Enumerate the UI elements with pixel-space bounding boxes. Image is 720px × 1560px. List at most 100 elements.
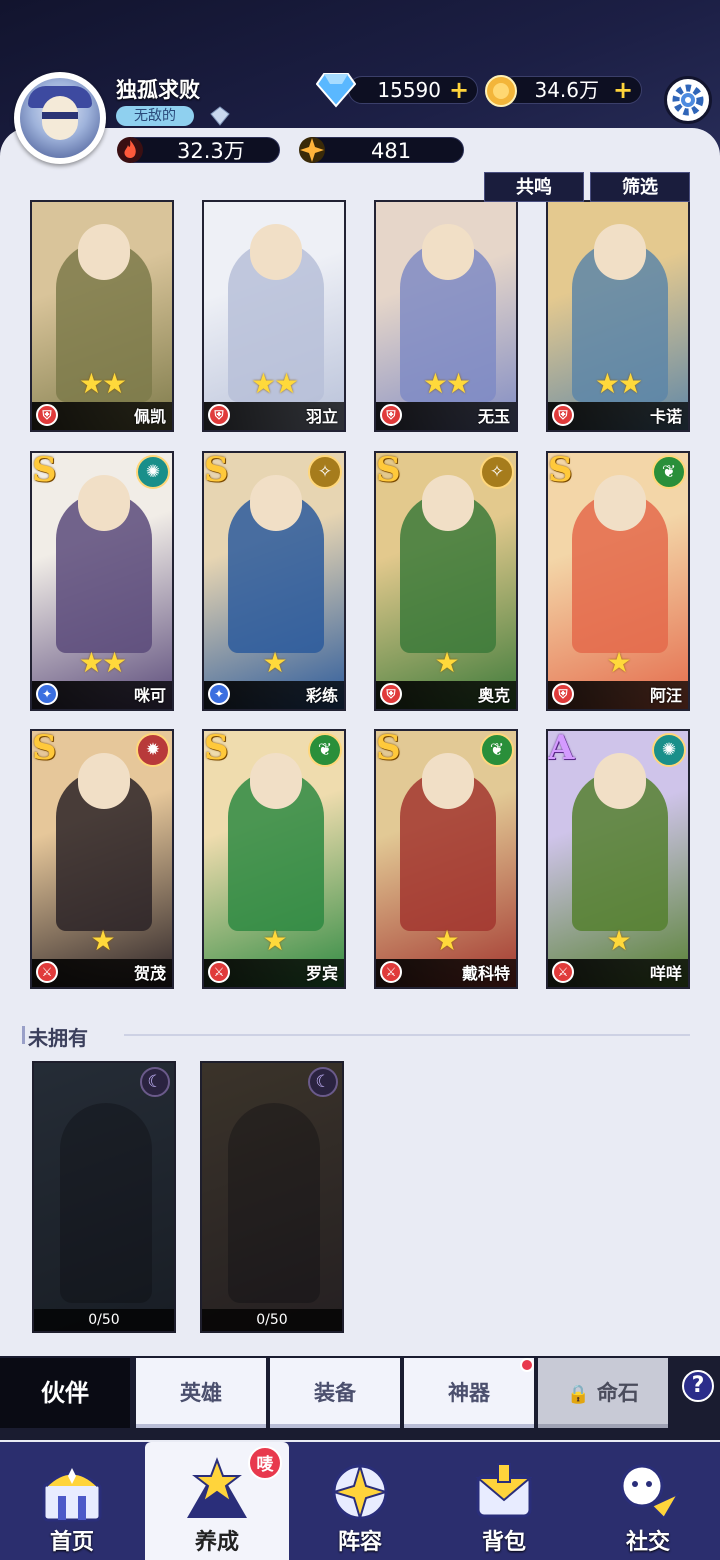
hero-card[interactable]: S ❦ ★ ⚔ 罗宾 <box>202 729 346 989</box>
hero-card[interactable]: A ✺ ★ ⚔ 咩咩 <box>546 729 690 989</box>
rank-diamond-icon <box>210 106 230 126</box>
hero-head <box>422 475 474 531</box>
hero-name: 卡诺 <box>649 407 682 426</box>
nav-social[interactable]: 社交 <box>576 1442 720 1560</box>
castle-icon <box>42 1468 102 1522</box>
gold-coin-icon <box>485 75 517 107</box>
shard-progress: 0/50 <box>34 1309 174 1331</box>
hero-stars: ★★ <box>78 646 127 679</box>
nav-home-label: 首页 <box>49 1530 94 1555</box>
hero-head <box>250 475 302 531</box>
hero-card[interactable]: S ✧ ★ ✦ 彩练 <box>202 451 346 711</box>
hero-head <box>78 753 130 809</box>
shield-icon: ⛨ <box>552 683 574 705</box>
unowned-hero-card[interactable]: ☾ 0/50 <box>32 1061 176 1333</box>
magic-icon: ✦ <box>36 683 58 705</box>
hero-card[interactable]: S ✹ ★ ⚔ 贺茂 <box>30 729 174 989</box>
hero-grade: S <box>204 729 229 768</box>
player-avatar[interactable] <box>20 78 100 158</box>
power-stat: 32.3万 <box>117 137 280 163</box>
tab-fate-stones[interactable]: 🔒 命石 <box>538 1358 668 1428</box>
unowned-section-title: 未拥有 <box>22 1022 88 1051</box>
star-pyramid-icon <box>187 1457 247 1518</box>
shard-progress: 0/50 <box>202 1309 342 1331</box>
hero-stars: ★ <box>606 646 631 679</box>
hero-head <box>250 224 302 280</box>
locked-overlay <box>202 1063 342 1331</box>
resonance-button[interactable]: 共鸣 <box>484 172 584 202</box>
add-diamond-icon[interactable]: + <box>449 78 469 102</box>
diamond-icon <box>316 73 356 108</box>
tab-partners[interactable]: 伙伴 <box>0 1358 130 1428</box>
compass-star-icon <box>330 1462 390 1522</box>
shield-icon: ⛨ <box>380 683 402 705</box>
hero-name: 咩咩 <box>649 964 682 983</box>
unowned-hero-card[interactable]: ☾ 0/50 <box>200 1061 344 1333</box>
hero-name: 戴科特 <box>461 964 510 983</box>
shield-icon: ⛨ <box>552 404 574 426</box>
shield-icon: ⛨ <box>36 404 58 426</box>
tab-equipment[interactable]: 装备 <box>270 1358 400 1428</box>
hero-head <box>78 224 130 280</box>
fire-icon <box>117 137 143 163</box>
hero-head <box>422 224 474 280</box>
hero-grade: A <box>548 729 575 768</box>
moon-icon: ☾ <box>308 1067 338 1097</box>
hero-grade: S <box>204 451 229 490</box>
hero-stars: ★ <box>434 646 459 679</box>
moon-icon: ☾ <box>140 1067 170 1097</box>
nav-bag[interactable]: 背包 <box>432 1442 576 1560</box>
shield-icon: ⛨ <box>380 404 402 426</box>
hero-name: 奥克 <box>477 686 510 705</box>
hero-head <box>422 753 474 809</box>
hero-grade: S <box>32 451 57 490</box>
gold-counter[interactable]: 34.6万 + <box>500 76 642 104</box>
hero-card[interactable]: S ❦ ★ ⛨ 阿汪 <box>546 451 690 711</box>
tab-artifacts[interactable]: 神器 <box>404 1358 534 1428</box>
lock-icon: 🔒 <box>567 1384 590 1405</box>
hero-stars: ★★ <box>594 367 643 400</box>
nav-develop-label: 养成 <box>194 1530 239 1555</box>
diamond-value: 15590 <box>377 78 441 102</box>
hero-stars: ★ <box>606 924 631 957</box>
hero-card[interactable]: S ✧ ★ ⛨ 奥克 <box>374 451 518 711</box>
nature-icon: ❦ <box>652 455 686 489</box>
hero-head <box>594 475 646 531</box>
hero-stars: ★★ <box>422 367 471 400</box>
light-icon: ✧ <box>308 455 342 489</box>
hero-card[interactable]: ★★ ⛨ 羽立 <box>202 200 346 432</box>
add-gold-icon[interactable]: + <box>613 78 633 102</box>
section-divider <box>124 1034 690 1036</box>
hero-head <box>594 224 646 280</box>
help-button[interactable]: ? <box>682 1370 714 1402</box>
hero-grade: S <box>376 451 401 490</box>
nav-home[interactable]: 首页 <box>0 1442 144 1560</box>
sword-icon: ⚔ <box>36 961 58 983</box>
hero-name: 彩练 <box>305 686 338 705</box>
magic-icon: ✦ <box>208 683 230 705</box>
hero-stars: ★ <box>262 924 287 957</box>
hero-name: 阿汪 <box>649 686 682 705</box>
hero-stars: ★ <box>262 646 287 679</box>
hero-grade: S <box>32 729 57 768</box>
gold-value: 34.6万 <box>534 78 599 102</box>
nav-lineup-label: 阵容 <box>337 1530 382 1555</box>
ghost-plane-icon <box>620 1464 681 1520</box>
hero-card[interactable]: ★★ ⛨ 佩凯 <box>30 200 174 432</box>
hero-name: 贺茂 <box>133 964 166 983</box>
hero-name: 咪可 <box>133 686 166 705</box>
hero-card[interactable]: ★★ ⛨ 无玉 <box>374 200 518 432</box>
power-value: 32.3万 <box>177 139 245 163</box>
settings-button[interactable] <box>664 76 712 124</box>
hero-card[interactable]: S ❦ ★ ⚔ 戴科特 <box>374 729 518 989</box>
artifact-notice-dot <box>520 1358 534 1372</box>
gear-icon <box>672 84 704 116</box>
shield-icon: ⛨ <box>208 404 230 426</box>
tab-heroes[interactable]: 英雄 <box>136 1358 266 1428</box>
hero-card[interactable]: ★★ ⛨ 卡诺 <box>546 200 690 432</box>
hero-card[interactable]: S ✺ ★★ ✦ 咪可 <box>30 451 174 711</box>
hero-name: 无玉 <box>477 407 510 426</box>
nav-lineup[interactable]: 阵容 <box>288 1442 432 1560</box>
filter-button[interactable]: 筛选 <box>590 172 690 202</box>
diamond-counter[interactable]: 15590 + <box>348 76 478 104</box>
